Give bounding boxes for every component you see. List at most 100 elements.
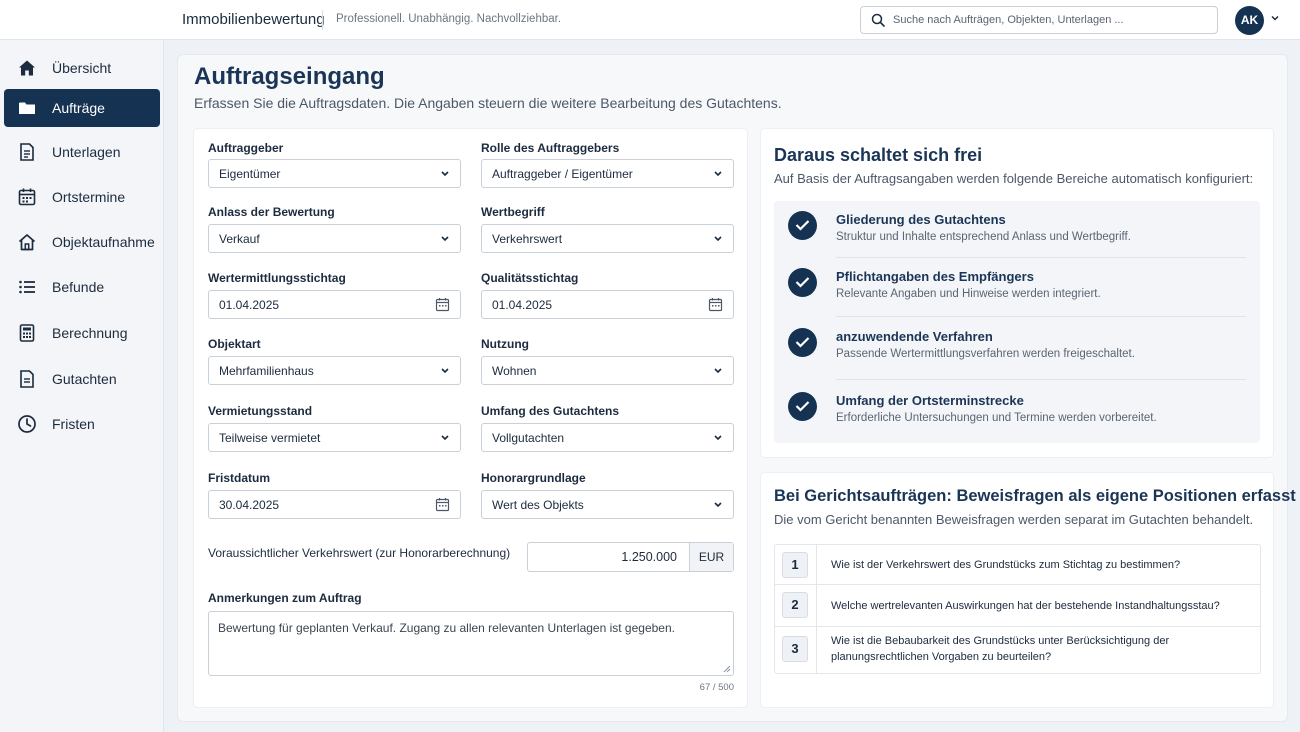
chevron-down-icon <box>441 171 449 177</box>
nutzung-value: Wohnen <box>492 364 537 378</box>
nutzung-select[interactable]: Wohnen <box>481 356 734 385</box>
stichtag-date-field[interactable]: 01.04.2025 <box>208 290 461 319</box>
global-search[interactable] <box>860 6 1218 34</box>
frist-label: Fristdatum <box>208 471 271 485</box>
chevron-down-icon <box>714 171 722 177</box>
qualitaet-label: Qualitätsstichtag <box>481 271 579 285</box>
sidebar-item-label: Befunde <box>52 279 105 295</box>
chevron-down-icon <box>714 435 722 441</box>
sidebar-item-gutachten[interactable]: Gutachten <box>4 360 160 398</box>
anmerkungen-textarea[interactable]: Bewertung für geplanten Verkauf. Zugang … <box>208 611 734 676</box>
check-icon <box>788 392 817 421</box>
calendar-icon <box>18 188 36 206</box>
wertbegriff-label: Wertbegriff <box>481 205 545 219</box>
sidebar-item-befunde[interactable]: Befunde <box>4 268 160 306</box>
sidebar-item-uebersicht[interactable]: Übersicht <box>4 49 160 87</box>
check-icon <box>788 268 817 297</box>
sidebar-item-label: Ortstermine <box>52 189 126 205</box>
sidebar-item-objektaufnahme[interactable]: Objektaufnahme <box>4 223 160 261</box>
calendar-icon[interactable] <box>435 297 450 312</box>
sidebar-item-unterlagen[interactable]: Unterlagen <box>4 133 160 171</box>
unlock-item: anzuwendende Verfahren Passende Wertermi… <box>774 318 1260 378</box>
anmerkungen-label: Anmerkungen zum Auftrag <box>208 591 362 605</box>
report-icon <box>20 370 34 388</box>
unlock-item-desc: Struktur und Inhalte entsprechend Anlass… <box>836 231 1131 243</box>
court-subtitle: Die vom Gericht benannten Beweisfragen w… <box>774 512 1254 527</box>
objektart-select[interactable]: Mehrfamilienhaus <box>208 356 461 385</box>
sidebar-item-label: Gutachten <box>52 371 117 387</box>
search-icon <box>871 13 885 27</box>
question-row[interactable]: 1 Wie ist der Verkehrswert des Grundstüc… <box>775 545 1260 584</box>
unlock-item-desc: Relevante Angaben und Hinweise werden in… <box>836 288 1101 300</box>
sidebar-item-label: Aufträge <box>52 100 105 116</box>
calendar-icon[interactable] <box>435 497 450 512</box>
question-text: Welche wertrelevanten Auswirkungen hat d… <box>831 600 1220 612</box>
auftraggeber-select[interactable]: Eigentümer <box>208 159 461 188</box>
verkehrswert-input[interactable]: 1.250.000 EUR <box>527 542 734 572</box>
sidebar-item-berechnung[interactable]: Berechnung <box>4 314 160 352</box>
sidebar-item-fristen[interactable]: Fristen <box>4 405 160 443</box>
question-row[interactable]: 3 Wie ist die Bebaubarkeit des Grundstüc… <box>775 627 1260 673</box>
top-bar: Immobilienbewertung Professionell. Unabh… <box>0 0 1300 40</box>
chevron-down-icon <box>714 502 722 508</box>
sidebar-item-auftraege[interactable]: Aufträge <box>4 89 160 127</box>
auftraggeber-value: Eigentümer <box>219 167 281 181</box>
unlock-list: Gliederung des Gutachtens Struktur und I… <box>774 201 1260 443</box>
question-number: 2 <box>782 592 808 618</box>
frist-value: 30.04.2025 <box>219 498 280 512</box>
currency-unit: EUR <box>689 543 733 571</box>
vermietung-select[interactable]: Teilweise vermietet <box>208 423 461 452</box>
user-avatar[interactable]: AK <box>1235 6 1264 35</box>
umfang-value: Vollgutachten <box>492 431 565 445</box>
qualitaet-date-field[interactable]: 01.04.2025 <box>481 290 734 319</box>
anlass-label: Anlass der Bewertung <box>208 205 335 219</box>
anlass-value: Verkauf <box>219 232 260 246</box>
honorar-label: Honorargrundlage <box>481 471 586 485</box>
app-brand[interactable]: Immobilienbewertung <box>182 11 325 28</box>
wertbegriff-select[interactable]: Verkehrswert <box>481 224 734 253</box>
unlock-title: Daraus schaltet sich frei <box>774 145 983 165</box>
list-icon <box>19 280 35 294</box>
question-number: 3 <box>782 636 808 662</box>
rolle-value: Auftraggeber / Eigentümer <box>492 167 633 181</box>
unlock-item-desc: Passende Wertermittlungsverfahren werden… <box>836 348 1135 360</box>
folder-icon <box>19 102 35 114</box>
nutzung-label: Nutzung <box>481 337 529 351</box>
calendar-icon[interactable] <box>708 297 723 312</box>
sidebar-item-ortstermine[interactable]: Ortstermine <box>4 178 160 216</box>
clock-icon <box>18 415 36 433</box>
unlock-item-title: Gliederung des Gutachtens <box>836 212 1006 227</box>
divider <box>836 316 1246 317</box>
chevron-down-icon <box>441 236 449 242</box>
chevron-down-icon <box>714 368 722 374</box>
unlock-item-title: Umfang der Ortsterminstrecke <box>836 393 1024 408</box>
page-title: Auftragseingang <box>194 63 385 90</box>
question-text: Wie ist die Bebaubarkeit des Grundstücks… <box>831 635 1170 663</box>
sidebar-item-label: Fristen <box>52 416 95 432</box>
honorar-value: Wert des Objekts <box>492 498 584 512</box>
question-row[interactable]: 2 Welche wertrelevanten Auswirkungen hat… <box>775 585 1260 626</box>
house-outline-icon <box>18 234 36 251</box>
anlass-select[interactable]: Verkauf <box>208 224 461 253</box>
sidebar-item-label: Objektaufnahme <box>52 234 155 250</box>
frist-date-field[interactable]: 30.04.2025 <box>208 490 461 519</box>
honorar-select[interactable]: Wert des Objekts <box>481 490 734 519</box>
rolle-select[interactable]: Auftraggeber / Eigentümer <box>481 159 734 188</box>
objektart-label: Objektart <box>208 337 261 351</box>
wertbegriff-value: Verkehrswert <box>492 232 563 246</box>
auftraggeber-label: Auftraggeber <box>208 141 284 155</box>
resize-handle-icon[interactable] <box>723 665 731 673</box>
anmerkungen-value: Bewertung für geplanten Verkauf. Zugang … <box>218 621 675 635</box>
vermietung-label: Vermietungsstand <box>208 404 313 418</box>
search-input[interactable] <box>893 11 1209 29</box>
unlock-item-desc: Erforderliche Untersuchungen und Termine… <box>836 412 1157 424</box>
chevron-down-icon[interactable] <box>1270 13 1280 23</box>
unlock-item: Pflichtangaben des Empfängers Relevante … <box>774 258 1260 318</box>
unlock-item-title: anzuwendende Verfahren <box>836 329 993 344</box>
unlock-item: Umfang der Ortsterminstrecke Erforderlic… <box>774 382 1260 442</box>
umfang-select[interactable]: Vollgutachten <box>481 423 734 452</box>
rolle-label: Rolle des Auftraggebers <box>481 141 620 155</box>
page-subtitle: Erfassen Sie die Auftragsdaten. Die Anga… <box>194 95 782 111</box>
verkehrswert-value: 1.250.000 <box>621 550 677 564</box>
document-icon <box>20 143 34 161</box>
